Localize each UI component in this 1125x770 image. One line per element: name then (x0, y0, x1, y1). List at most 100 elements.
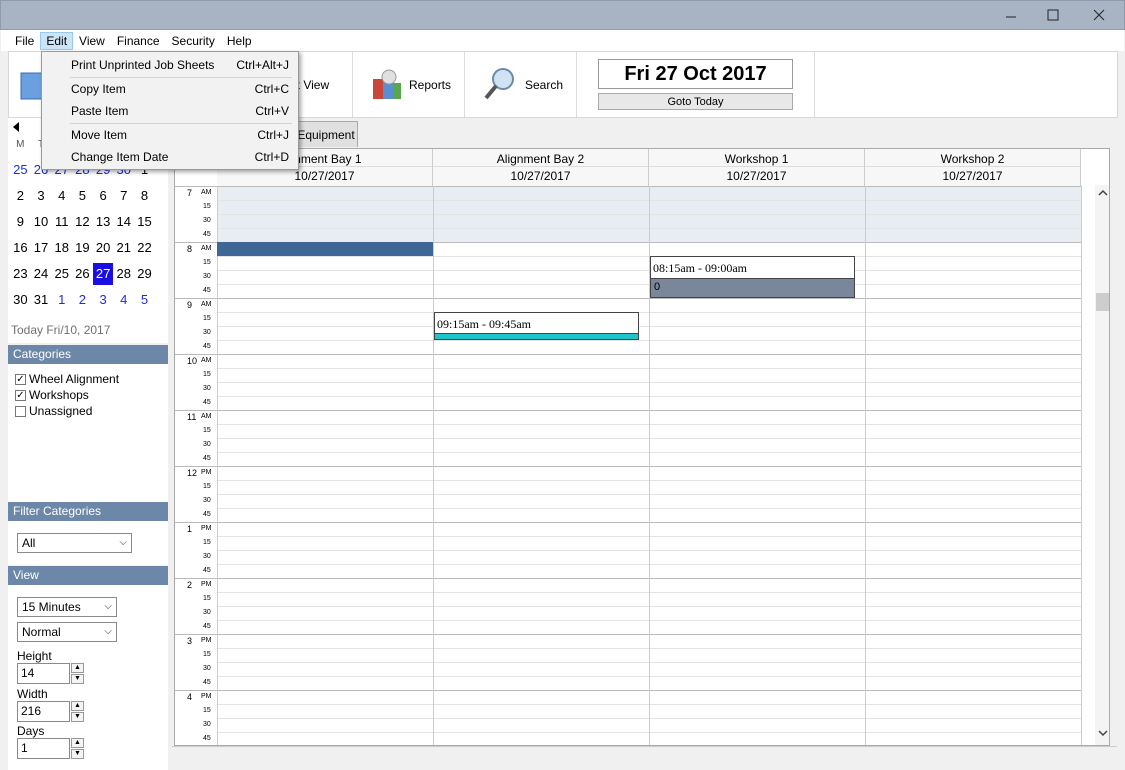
calendar-day[interactable]: 9 (10, 211, 31, 233)
calendar-week: 30 31 1 2 3 4 5 (10, 289, 155, 311)
appointment-alignment-bay-2[interactable]: 09:15am - 09:45am (434, 312, 639, 340)
height-input[interactable]: 14 (17, 663, 70, 684)
calendar-day[interactable]: 29 (134, 263, 155, 285)
spin-down-icon[interactable]: ▼ (71, 712, 84, 722)
maximize-button[interactable] (1030, 1, 1076, 29)
menu-finance[interactable]: Finance (111, 32, 166, 50)
calendar-day[interactable]: 11 (51, 211, 72, 233)
calendar-day[interactable]: 26 (72, 263, 93, 285)
calendar-day[interactable]: 5 (134, 289, 155, 311)
spin-down-icon[interactable]: ▼ (71, 674, 84, 684)
calendar-day[interactable]: 7 (113, 185, 134, 207)
spin-up-icon[interactable]: ▲ (71, 738, 84, 748)
maximize-icon (1047, 9, 1059, 21)
spin-up-icon[interactable]: ▲ (71, 663, 84, 673)
calendar-day[interactable]: 31 (31, 289, 52, 311)
vertical-scrollbar[interactable] (1095, 185, 1109, 745)
hour-row: 3 PM 15 30 45 (175, 634, 1081, 690)
days-input[interactable]: 1 (17, 738, 70, 759)
minute-label: 45 (203, 343, 211, 350)
menu-item-paste-item[interactable]: Paste Item Ctrl+V (42, 100, 298, 122)
calendar-day[interactable]: 12 (72, 211, 93, 233)
menu-help[interactable]: Help (221, 32, 258, 50)
calendar-day[interactable]: 23 (10, 263, 31, 285)
calendar-day[interactable]: 15 (134, 211, 155, 233)
toolbar-button-search[interactable]: Search (465, 52, 577, 117)
mode-select[interactable]: Normal ⌵ (17, 622, 117, 642)
calendar-day[interactable]: 19 (72, 237, 93, 259)
column-divider (1081, 186, 1082, 745)
hour-label: 2 (187, 580, 193, 590)
categories-header: Categories (8, 345, 168, 364)
close-button[interactable] (1076, 1, 1122, 29)
calendar-day[interactable]: 2 (72, 289, 93, 311)
calendar-day[interactable]: 28 (113, 263, 134, 285)
calendar-day[interactable]: 21 (113, 237, 134, 259)
menu-edit[interactable]: Edit (40, 31, 74, 50)
menu-item-shortcut: Ctrl+D (254, 150, 289, 164)
toolbar-button-reports[interactable]: Reports (353, 52, 465, 117)
calendar-day[interactable]: 16 (10, 237, 31, 259)
menu-item-move-item[interactable]: Move Item Ctrl+J (42, 124, 298, 146)
category-unassigned[interactable]: Unassigned (8, 403, 168, 419)
width-input[interactable]: 216 (17, 701, 70, 722)
calendar-day[interactable]: 27 (92, 263, 114, 285)
calendar-day[interactable]: 14 (113, 211, 134, 233)
minute-label: 15 (203, 595, 211, 602)
checkbox-checked-icon[interactable]: ✓ (15, 373, 26, 385)
calendar-day[interactable]: 5 (72, 185, 93, 207)
calendar-day[interactable]: 25 (10, 159, 31, 181)
scrollbar-thumb[interactable] (1096, 293, 1109, 311)
minute-label: 45 (203, 679, 211, 686)
filter-categories-select[interactable]: All ⌵ (17, 533, 132, 553)
busy-block[interactable] (217, 242, 433, 256)
prev-month-icon[interactable] (12, 122, 20, 132)
menu-file[interactable]: File (9, 32, 40, 50)
calendar-day[interactable]: 10 (31, 211, 52, 233)
menu-view[interactable]: View (73, 32, 111, 50)
menu-item-print-unprinted-job-sheets[interactable]: Print Unprinted Job Sheets Ctrl+Alt+J (42, 54, 298, 76)
calendar-day[interactable]: 1 (51, 289, 72, 311)
spin-up-icon[interactable]: ▲ (71, 701, 84, 711)
calendar-day[interactable]: 13 (93, 211, 114, 233)
calendar-day[interactable]: 3 (93, 289, 114, 311)
scroll-down-icon[interactable] (1098, 729, 1108, 737)
calendar-day[interactable]: 18 (51, 237, 72, 259)
scroll-up-icon[interactable] (1098, 189, 1108, 197)
minute-label: 30 (203, 441, 211, 448)
calendar-day[interactable]: 17 (31, 237, 52, 259)
checkbox-checked-icon[interactable]: ✓ (15, 389, 26, 401)
calendar-day[interactable]: 3 (31, 185, 52, 207)
category-wheel-alignment[interactable]: ✓ Wheel Alignment (8, 371, 168, 387)
calendar-day[interactable]: 2 (10, 185, 31, 207)
calendar-day[interactable]: 25 (51, 263, 72, 285)
calendar-day[interactable]: 22 (134, 237, 155, 259)
category-workshops[interactable]: ✓ Workshops (8, 387, 168, 403)
calendar-day[interactable]: 30 (10, 289, 31, 311)
tab-equipment[interactable]: Equipment (294, 121, 358, 147)
calendar-day[interactable]: 4 (113, 289, 134, 311)
minute-label: 45 (203, 231, 211, 238)
calendar-day[interactable]: 20 (93, 237, 114, 259)
schedule-grid: gnment Bay 1 10/27/2017 Alignment Bay 2 … (174, 148, 1110, 746)
hour-label: 1 (187, 524, 193, 534)
goto-today-button[interactable]: Goto Today (598, 93, 793, 110)
calendar-day[interactable]: 24 (31, 263, 52, 285)
chevron-down-icon: ⌵ (119, 537, 127, 548)
menu-security[interactable]: Security (166, 32, 221, 50)
menu-item-copy-item[interactable]: Copy Item Ctrl+C (42, 78, 298, 100)
checkbox-unchecked-icon[interactable] (15, 405, 26, 417)
calendar-day[interactable]: 8 (134, 185, 155, 207)
today-label[interactable]: Today Fri/10, 2017 (11, 323, 110, 337)
reports-label: Reports (409, 77, 452, 92)
calendar-day[interactable]: 6 (93, 185, 114, 207)
appointment-workshop-1[interactable]: 08:15am - 09:00am 0 (650, 256, 855, 298)
spin-down-icon[interactable]: ▼ (71, 749, 84, 759)
column-name: Workshop 2 (865, 149, 1080, 167)
minimize-button[interactable] (988, 1, 1034, 29)
minute-label: 15 (203, 427, 211, 434)
menu-item-change-item-date[interactable]: Change Item Date Ctrl+D (42, 146, 298, 168)
calendar-day[interactable]: 4 (51, 185, 72, 207)
interval-select[interactable]: 15 Minutes ⌵ (17, 597, 117, 617)
ampm-label: PM (201, 581, 212, 588)
